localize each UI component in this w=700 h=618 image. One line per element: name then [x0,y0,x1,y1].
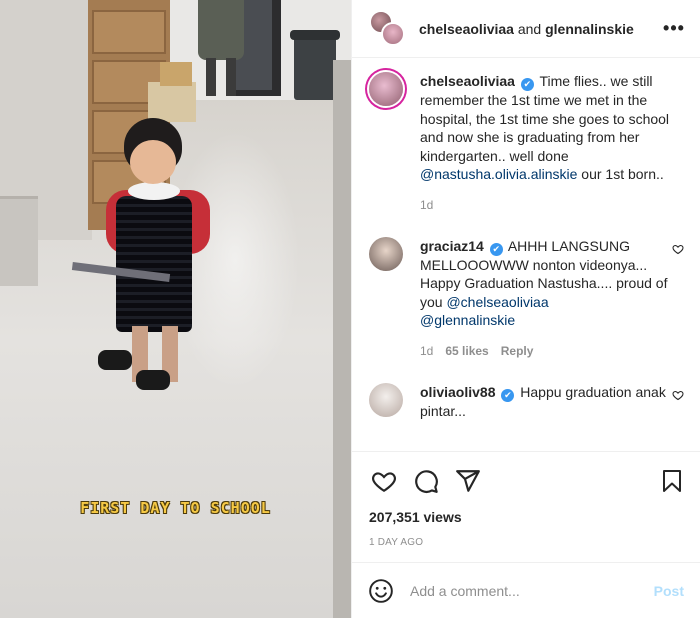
comment-mention[interactable]: @chelseaoliviaa [446,294,548,310]
caption-username[interactable]: chelseaoliviaa [420,73,515,89]
avatar[interactable] [369,236,403,271]
comment-input[interactable] [410,582,654,599]
video-overlay-text: FIRST DAY TO SCHOOL [80,499,271,517]
doorframe-edge [333,60,351,618]
like-comment-heart-icon[interactable] [672,389,684,401]
verified-icon: ✔ [501,388,515,402]
child-shoe [98,350,132,370]
save-button[interactable] [656,465,688,497]
more-options-button[interactable]: ••• [662,18,686,39]
verified-icon: ✔ [520,78,534,91]
comment-time[interactable]: 1d [420,342,433,361]
view-count[interactable]: 207,351 views [352,503,700,525]
child-shoe [136,370,170,390]
caption-body: chelseaoliviaa ✔ Time flies.. we still r… [420,72,684,215]
background-person-leg [206,58,216,96]
avatar[interactable] [369,72,403,106]
avatar [381,21,405,46]
comment-item: oliviaoliv88 ✔ Happu graduation anak pin… [369,382,684,421]
child-figure [70,112,230,412]
header-user-link[interactable]: chelseaoliviaa [419,21,514,37]
white-collar [128,182,180,200]
comment-button[interactable] [410,465,442,497]
post-comment-button[interactable]: Post [654,583,684,599]
comment-composer: Post [352,562,700,618]
header-usernames: chelseaoliviaa and glennalinskie [419,21,662,37]
comment-username[interactable]: oliviaoliv88 [420,384,495,400]
caption-meta: 1d [420,196,684,215]
instagram-post: FIRST DAY TO SCHOOL chelseaoliviaa and g… [0,0,700,618]
comment-meta: 1d 65 likes Reply [420,342,670,361]
background-person-leg [226,58,236,96]
stairs [0,196,38,286]
avatar[interactable] [369,382,403,417]
bookmark-icon [663,469,681,492]
action-bar [352,451,700,503]
caption-text-after: our 1st born.. [581,166,664,183]
post-header: chelseaoliviaa and glennalinskie ••• [352,0,700,58]
trash-bin [294,34,336,100]
like-comment-heart-icon[interactable] [672,243,684,255]
comment-likes[interactable]: 65 likes [445,342,488,361]
caption-mention[interactable]: @nastusha.olivia.alinskie [420,166,577,182]
background-person [198,0,244,60]
emoji-icon[interactable] [368,578,394,604]
header-user-link[interactable]: glennalinskie [545,21,634,37]
post-timestamp[interactable]: 1 DAY AGO [352,525,700,548]
plaid-dress [116,196,192,332]
comments-list: chelseaoliviaa ✔ Time flies.. we still r… [352,58,700,451]
like-button[interactable] [368,465,400,497]
cabinet-drawer [92,10,166,54]
comment-username[interactable]: graciaz14 [420,238,484,254]
verified-icon: ✔ [489,242,503,256]
comment-body: oliviaoliv88 ✔ Happu graduation anak pin… [420,383,684,421]
comment-mention[interactable]: @glennalinskie [420,312,515,328]
post-side-panel: chelseaoliviaa and glennalinskie ••• che… [351,0,700,618]
comment-icon [415,469,438,493]
child-face [130,140,176,184]
comment-body: graciaz14 ✔ AHHH LANGSUNG MELLOOOWWW non… [420,237,684,361]
reply-button[interactable]: Reply [501,342,534,361]
post-video[interactable]: FIRST DAY TO SCHOOL [0,0,351,618]
boxes [160,62,192,86]
post-caption: chelseaoliviaa ✔ Time flies.. we still r… [369,72,684,215]
header-conjunction: and [517,20,542,37]
collab-avatars[interactable] [369,9,407,48]
share-icon [456,469,480,492]
trash-bin-lid [290,30,340,40]
share-button[interactable] [452,465,484,497]
heart-icon [372,471,396,492]
comment-item: graciaz14 ✔ AHHH LANGSUNG MELLOOOWWW non… [369,236,684,361]
caption-time[interactable]: 1d [420,196,433,215]
